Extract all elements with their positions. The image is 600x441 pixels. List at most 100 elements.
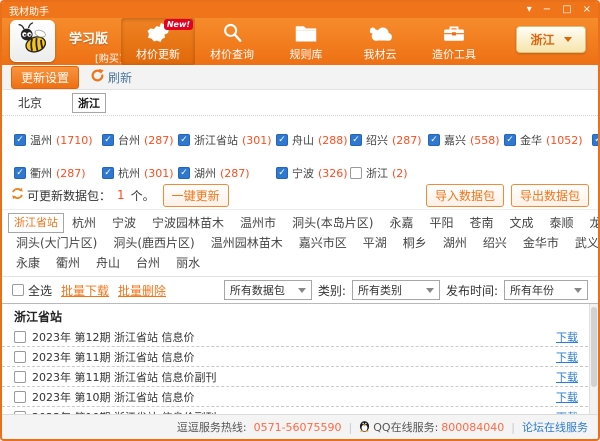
checkbox-icon[interactable]: ✓ xyxy=(178,167,190,179)
city-filter-item[interactable]: ✓ 丽水 (287) xyxy=(592,124,600,156)
region-tab[interactable]: 舟山 xyxy=(88,253,128,273)
region-tab[interactable]: 平湖 xyxy=(355,233,395,253)
checkbox-icon[interactable]: ✓ xyxy=(350,134,362,146)
region-tab[interactable]: 湖州 xyxy=(435,233,475,253)
checkbox-icon[interactable]: ✓ xyxy=(14,371,26,383)
region-tab[interactable]: 武义 xyxy=(567,233,600,253)
forum-service-link[interactable]: 论坛在线服务 xyxy=(522,419,588,435)
city-filter-item[interactable]: ✓ 台州 (287) xyxy=(102,124,178,156)
region-tab[interactable]: 永康 xyxy=(8,253,48,273)
city-filter-item[interactable]: ✓ 舟山 (288) xyxy=(276,124,350,156)
region-tab[interactable]: 温州市 xyxy=(232,213,284,233)
refresh-button[interactable]: 刷新 xyxy=(91,69,132,86)
menu-arrow-icon[interactable]: ▾ xyxy=(527,5,532,15)
scrollbar-thumb[interactable] xyxy=(591,307,597,387)
update-settings-button[interactable]: 更新设置 xyxy=(11,66,79,89)
nav-tab-rule-library[interactable]: 规则库 xyxy=(269,18,343,65)
region-tab[interactable]: 嘉兴市区 xyxy=(291,233,355,253)
checkbox-icon[interactable]: ✓ xyxy=(102,134,114,146)
batch-download-link[interactable]: 批量下载 xyxy=(61,282,109,299)
qq-service[interactable]: QQ在线服务: 800084040 xyxy=(359,419,504,435)
package-type-select[interactable]: 所有数据包 xyxy=(224,280,312,300)
nav-tab-price-query[interactable]: 材价查询 xyxy=(195,18,269,65)
city-count: (301) xyxy=(242,134,272,147)
region-tab[interactable]: 台州 xyxy=(128,253,168,273)
checkbox-icon[interactable]: ✓ xyxy=(350,167,362,179)
checkbox-icon[interactable]: ✓ xyxy=(12,284,24,296)
check-mark-icon: ✓ xyxy=(278,169,286,178)
import-package-button[interactable]: 导入数据包 xyxy=(426,184,504,207)
export-package-button[interactable]: 导出数据包 xyxy=(511,184,589,207)
region-row-1: 浙江省站杭州宁波宁波园林苗木温州市洞头(本岛片区)永嘉平阳苍南文成泰顺龙港瑞安乐… xyxy=(8,213,592,233)
region-tab[interactable]: 洞头(本岛片区) xyxy=(284,213,381,233)
region-tab[interactable]: 洞头(鹿西片区) xyxy=(105,233,202,253)
checkbox-icon[interactable]: ✓ xyxy=(14,331,26,343)
download-link[interactable]: 下载 xyxy=(556,389,578,405)
city-filter-item[interactable]: ✓ 绍兴 (287) xyxy=(350,124,428,156)
nav-tab-cost-tools[interactable]: 造价工具 xyxy=(417,18,491,65)
checkbox-icon[interactable]: ✓ xyxy=(14,411,26,415)
download-link[interactable]: 下载 xyxy=(556,369,578,385)
region-tab[interactable]: 泰顺 xyxy=(542,213,582,233)
region-selector-button[interactable]: 浙江 xyxy=(516,26,586,53)
one-click-update-button[interactable]: 一键更新 xyxy=(163,184,229,207)
city-filter-item[interactable]: ✓ 湖州 (287) xyxy=(178,165,276,181)
update-count-prefix: 可更新数据包： xyxy=(27,187,111,204)
app-window: 我材助手 ▾ − □ × xyxy=(0,0,600,441)
city-filter-item[interactable]: ✓ 金华 (1052) xyxy=(504,124,592,156)
region-tab[interactable]: 文成 xyxy=(501,213,541,233)
batch-delete-link[interactable]: 批量删除 xyxy=(118,282,166,299)
select-all-checkbox[interactable]: ✓ 全选 xyxy=(12,282,52,299)
province-tab[interactable]: 北京 xyxy=(18,94,42,111)
region-tab[interactable]: 苍南 xyxy=(461,213,501,233)
city-count: (301) xyxy=(144,167,174,180)
checkbox-icon[interactable]: ✓ xyxy=(14,391,26,403)
region-tab[interactable]: 洞头(大门片区) xyxy=(8,233,105,253)
province-tab[interactable]: 浙江 xyxy=(72,93,106,113)
region-tab[interactable]: 宁波园林苗木 xyxy=(144,213,232,233)
region-tab[interactable]: 绍兴 xyxy=(475,233,515,253)
close-icon[interactable]: × xyxy=(583,5,591,15)
checkbox-icon[interactable]: ✓ xyxy=(504,134,516,146)
nav-tab-cloud[interactable]: 我材云 xyxy=(343,18,417,65)
restore-icon[interactable]: □ xyxy=(562,5,571,15)
download-link[interactable]: 下载 xyxy=(556,329,578,345)
buy-link[interactable]: [购买] xyxy=(95,50,123,65)
vertical-scrollbar[interactable] xyxy=(589,304,598,414)
region-tab[interactable]: 龙港 xyxy=(582,213,600,233)
city-filter-item[interactable]: ✓ 衢州 (287) xyxy=(14,165,102,181)
region-tab[interactable]: 桐乡 xyxy=(395,233,435,253)
region-tab[interactable]: 杭州 xyxy=(64,213,104,233)
region-tab[interactable]: 宁波 xyxy=(104,213,144,233)
city-filter-item[interactable]: ✓ 浙江省站 (301) xyxy=(178,124,276,156)
region-tab[interactable]: 衢州 xyxy=(48,253,88,273)
checkbox-icon[interactable]: ✓ xyxy=(276,134,288,146)
checkbox-icon[interactable]: ✓ xyxy=(178,134,190,146)
category-select[interactable]: 所有类别 xyxy=(352,280,440,300)
checkbox-icon[interactable]: ✓ xyxy=(276,167,288,179)
checkbox-icon[interactable]: ✓ xyxy=(14,134,26,146)
city-filter-item[interactable]: ✓ 宁波 (326) xyxy=(276,165,350,181)
checkbox-icon[interactable]: ✓ xyxy=(14,167,26,179)
city-filter-item[interactable]: ✓ 嘉兴 (558) xyxy=(428,124,504,156)
region-tab[interactable]: 永嘉 xyxy=(381,213,421,233)
publish-time-select[interactable]: 所有年份 xyxy=(504,280,588,300)
checkbox-icon[interactable]: ✓ xyxy=(592,134,600,146)
city-filter-item[interactable]: ✓ 浙江 (2) xyxy=(350,165,428,181)
region-tab[interactable]: 金华市 xyxy=(515,233,567,253)
checkbox-icon[interactable]: ✓ xyxy=(102,167,114,179)
region-tab[interactable]: 丽水 xyxy=(168,253,208,273)
download-link[interactable]: 下载 xyxy=(556,409,578,415)
checkbox-icon[interactable]: ✓ xyxy=(428,134,440,146)
region-tab[interactable]: 温州园林苗木 xyxy=(203,233,291,253)
minimize-icon[interactable]: − xyxy=(543,5,551,15)
region-tab[interactable]: 平阳 xyxy=(421,213,461,233)
checkbox-icon[interactable]: ✓ xyxy=(14,351,26,363)
city-filter-item[interactable]: ✓ 杭州 (301) xyxy=(102,165,178,181)
city-count: (326) xyxy=(318,167,348,180)
download-link[interactable]: 下载 xyxy=(556,349,578,365)
city-filter-item[interactable]: ✓ 温州 (1710) xyxy=(14,124,102,156)
city-name: 衢州 xyxy=(30,165,52,181)
nav-tab-price-update[interactable]: New! 材价更新 xyxy=(121,18,195,65)
region-tab[interactable]: 浙江省站 xyxy=(8,213,64,233)
